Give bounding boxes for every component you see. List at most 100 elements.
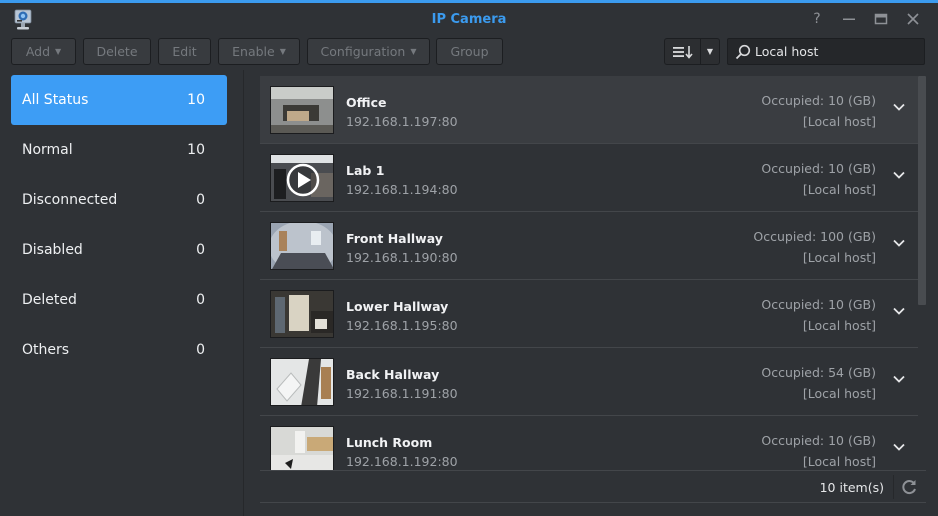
camera-host: [Local host] [802, 318, 876, 333]
camera-thumbnail[interactable] [270, 222, 334, 270]
edit-label: Edit [172, 44, 197, 59]
camera-name: Office [346, 95, 387, 110]
camera-host: [Local host] [802, 114, 876, 129]
camera-address: 192.168.1.191:80 [346, 386, 458, 401]
caret-down-icon: ▼ [410, 47, 417, 56]
status-sidebar: All Status 10 Normal 10 Disconnected 0 D… [0, 70, 244, 516]
sidebar-item-count: 0 [196, 242, 205, 258]
delete-label: Delete [96, 44, 138, 59]
camera-name: Lower Hallway [346, 299, 449, 314]
sidebar-item-count: 10 [187, 142, 205, 158]
add-button[interactable]: Add ▼ [11, 38, 76, 65]
sidebar-item-normal[interactable]: Normal 10 [11, 125, 227, 175]
sidebar-item-count: 0 [196, 192, 205, 208]
delete-button[interactable]: Delete [83, 38, 151, 65]
chevron-down-icon[interactable] [892, 100, 906, 114]
camera-host: [Local host] [802, 182, 876, 197]
sidebar-item-disconnected[interactable]: Disconnected 0 [11, 175, 227, 225]
sidebar-item-label: Deleted [22, 292, 77, 308]
group-button[interactable]: Group [436, 38, 503, 65]
help-button[interactable]: ? [804, 9, 830, 29]
list-footer: 10 item(s) [260, 470, 926, 503]
camera-host: [Local host] [802, 386, 876, 401]
title-bar: IP Camera ? [0, 3, 938, 35]
camera-row[interactable]: Lower Hallway 192.168.1.195:80 Occupied:… [260, 280, 918, 348]
camera-address: 192.168.1.195:80 [346, 318, 458, 333]
camera-row[interactable]: Lunch Room 192.168.1.192:80 Occupied: 10… [260, 416, 918, 470]
enable-button[interactable]: Enable ▼ [218, 38, 300, 65]
sort-icon [672, 45, 693, 59]
maximize-icon [874, 13, 888, 25]
camera-name: Lab 1 [346, 163, 385, 178]
add-label: Add [25, 44, 51, 59]
list-scrollbar[interactable] [918, 76, 926, 470]
camera-row[interactable]: Lab 1 192.168.1.194:80 Occupied: 10 (GB)… [260, 144, 918, 212]
camera-occupied: Occupied: 54 (GB) [761, 365, 876, 380]
sidebar-item-others[interactable]: Others 0 [11, 325, 227, 375]
close-icon [907, 13, 919, 25]
sidebar-item-count: 0 [196, 342, 205, 358]
camera-host: [Local host] [802, 454, 876, 469]
configuration-button[interactable]: Configuration ▼ [307, 38, 430, 65]
camera-occupied: Occupied: 100 (GB) [753, 229, 876, 244]
camera-row[interactable]: Front Hallway 192.168.1.190:80 Occupied:… [260, 212, 918, 280]
footer-divider [893, 475, 894, 499]
caret-down-icon: ▼ [279, 47, 286, 56]
chevron-down-icon[interactable] [892, 168, 906, 182]
search-box[interactable] [727, 38, 925, 65]
sort-button[interactable]: ▼ [664, 38, 720, 65]
refresh-icon[interactable] [900, 478, 918, 496]
chevron-down-icon[interactable] [892, 236, 906, 250]
camera-thumbnail[interactable] [270, 426, 334, 470]
camera-occupied: Occupied: 10 (GB) [761, 161, 876, 176]
camera-thumbnail[interactable] [270, 358, 334, 406]
search-input[interactable] [755, 44, 915, 59]
camera-thumbnail[interactable] [270, 86, 334, 134]
item-count: 10 item(s) [819, 480, 884, 495]
sidebar-item-label: Disabled [22, 242, 83, 258]
sort-toggle[interactable] [665, 39, 701, 64]
sidebar-item-label: All Status [22, 92, 89, 108]
toolbar: Add ▼ Delete Edit Enable ▼ Configuration… [0, 38, 938, 66]
camera-occupied: Occupied: 10 (GB) [761, 93, 876, 108]
chevron-down-icon[interactable] [892, 304, 906, 318]
camera-thumbnail[interactable] [270, 154, 334, 202]
camera-host: [Local host] [802, 250, 876, 265]
help-icon: ? [813, 11, 821, 27]
maximize-button[interactable] [868, 9, 894, 29]
edit-button[interactable]: Edit [158, 38, 211, 65]
group-label: Group [450, 44, 489, 59]
camera-list: Office 192.168.1.197:80 Occupied: 10 (GB… [260, 76, 926, 470]
play-icon [286, 163, 320, 197]
camera-name: Lunch Room [346, 435, 433, 450]
camera-address: 192.168.1.197:80 [346, 114, 458, 129]
camera-name: Back Hallway [346, 367, 440, 382]
camera-row[interactable]: Office 192.168.1.197:80 Occupied: 10 (GB… [260, 76, 918, 144]
scrollbar-thumb[interactable] [918, 76, 926, 305]
search-icon [735, 44, 751, 59]
sidebar-item-disabled[interactable]: Disabled 0 [11, 225, 227, 275]
camera-name: Front Hallway [346, 231, 443, 246]
chevron-down-icon[interactable] [892, 440, 906, 454]
sidebar-item-label: Normal [22, 142, 73, 158]
sort-dropdown[interactable]: ▼ [701, 39, 719, 64]
sidebar-item-count: 0 [196, 292, 205, 308]
enable-label: Enable [232, 44, 275, 59]
minimize-icon [843, 18, 855, 20]
configuration-label: Configuration [320, 44, 406, 59]
sidebar-item-all-status[interactable]: All Status 10 [11, 75, 227, 125]
sidebar-item-label: Disconnected [22, 192, 118, 208]
caret-down-icon: ▼ [706, 47, 714, 56]
sidebar-item-deleted[interactable]: Deleted 0 [11, 275, 227, 325]
caret-down-icon: ▼ [55, 47, 62, 56]
camera-address: 192.168.1.192:80 [346, 454, 458, 469]
camera-occupied: Occupied: 10 (GB) [761, 433, 876, 448]
window-title: IP Camera [431, 12, 507, 27]
camera-row[interactable]: Back Hallway 192.168.1.191:80 Occupied: … [260, 348, 918, 416]
close-button[interactable] [900, 9, 926, 29]
camera-thumbnail[interactable] [270, 290, 334, 338]
camera-address: 192.168.1.194:80 [346, 182, 458, 197]
chevron-down-icon[interactable] [892, 372, 906, 386]
minimize-button[interactable] [836, 9, 862, 29]
sidebar-item-label: Others [22, 342, 70, 358]
